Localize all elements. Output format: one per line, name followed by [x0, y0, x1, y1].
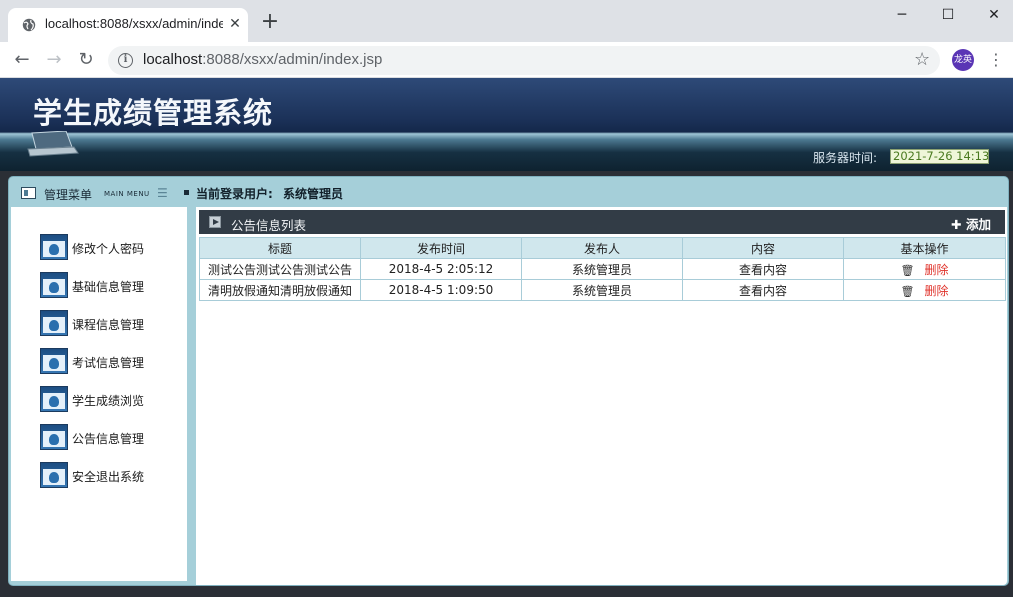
- url-path: :8088/xsxx/admin/index.jsp: [202, 51, 383, 68]
- trash-icon[interactable]: 🗑: [901, 285, 915, 298]
- notice-table: 标题 发布时间 发布人 内容 基本操作 测试公告测试公告测试公告 2018-4-…: [199, 237, 1006, 301]
- sidebar-item-label: 基础信息管理: [72, 280, 145, 294]
- sidebar-item-basic-info[interactable]: 基础信息管理: [40, 272, 180, 300]
- content-panel: 公告信息列表 ✚ 添加 标题 发布时间 发布人 内容 基本操作 测试公告测试公告…: [196, 207, 1007, 585]
- sidebar-item-label: 课程信息管理: [72, 318, 145, 332]
- back-arrow-icon[interactable]: ←: [10, 48, 34, 72]
- sidebar-item-label: 修改个人密码: [72, 242, 145, 256]
- server-time-label: 服务器时间:: [813, 151, 878, 165]
- sidebar-item-logout[interactable]: 安全退出系统: [40, 462, 180, 490]
- delete-link[interactable]: 删除: [924, 263, 948, 277]
- sidebar-item-grade-browse[interactable]: 学生成绩浏览: [40, 386, 180, 414]
- view-content-link[interactable]: 查看内容: [682, 258, 844, 280]
- menu-subtitle: MAIN MENU: [104, 190, 150, 198]
- user-window-icon: [40, 462, 68, 488]
- new-tab-button[interactable]: +: [260, 11, 280, 33]
- user-window-icon: [40, 234, 68, 260]
- address-bar[interactable]: i localhost:8088/xsxx/admin/index.jsp ☆: [108, 46, 940, 75]
- site-info-icon[interactable]: i: [118, 53, 133, 68]
- table-row: 测试公告测试公告测试公告 2018-4-5 2:05:12 系统管理员 查看内容…: [199, 258, 1006, 280]
- sidebar-item-course-info[interactable]: 课程信息管理: [40, 310, 180, 338]
- reload-icon[interactable]: ↻: [74, 48, 98, 72]
- sidebar-item-exam-info[interactable]: 考试信息管理: [40, 348, 180, 376]
- sidebar-item-label: 考试信息管理: [72, 356, 145, 370]
- actions-cell: 🗑 删除: [843, 279, 1006, 301]
- tab-title: localhost:8088/xsxx/admin/index.jsp: [45, 16, 223, 31]
- column-header-time: 发布时间: [360, 237, 522, 259]
- user-window-icon: [40, 310, 68, 336]
- notice-list-header: 公告信息列表 ✚ 添加: [199, 210, 1005, 234]
- app-header: 学生成绩管理系统 服务器时间: 2021-7-26 14:13:5: [0, 78, 1013, 171]
- user-window-icon: [40, 386, 68, 412]
- notice-publisher-cell: 系统管理员: [521, 258, 683, 280]
- browser-toolbar: ← → ↻ i localhost:8088/xsxx/admin/index.…: [0, 42, 1013, 78]
- login-bullet: [184, 190, 189, 195]
- view-content-link[interactable]: 查看内容: [682, 279, 844, 301]
- sidebar-item-label: 公告信息管理: [72, 432, 145, 446]
- tab-close-icon[interactable]: ✕: [227, 14, 243, 34]
- column-header-title: 标题: [199, 237, 361, 259]
- browser-menu-icon[interactable]: ⋮: [988, 50, 1004, 70]
- column-header-actions: 基本操作: [843, 237, 1006, 259]
- window-close-button[interactable]: ✕: [974, 4, 1013, 26]
- sidebar-item-label: 安全退出系统: [72, 470, 145, 484]
- server-time-value: 2021-7-26 14:13:5: [890, 149, 989, 164]
- delete-link[interactable]: 删除: [924, 284, 948, 298]
- column-header-publisher: 发布人: [521, 237, 683, 259]
- menu-panel-icon: [21, 187, 36, 199]
- menu-header: 管理菜单 MAIN MENU ☰: [11, 179, 185, 205]
- sidebar-item-notice-manage[interactable]: 公告信息管理: [40, 424, 180, 452]
- table-row: 清明放假通知清明放假通知 2018-4-5 1:09:50 系统管理员 查看内容…: [199, 279, 1006, 301]
- trash-icon[interactable]: 🗑: [901, 264, 915, 277]
- browser-tab-bar: localhost:8088/xsxx/admin/index.jsp ✕ + …: [0, 0, 1013, 42]
- menu-title: 管理菜单: [44, 188, 93, 202]
- profile-avatar[interactable]: 龙英: [952, 49, 974, 71]
- user-window-icon: [40, 348, 68, 374]
- url-text[interactable]: localhost:8088/xsxx/admin/index.jsp: [143, 51, 382, 68]
- notice-publisher-cell: 系统管理员: [521, 279, 683, 301]
- notice-title-cell: 测试公告测试公告测试公告: [199, 258, 361, 280]
- table-header-row: 标题 发布时间 发布人 内容 基本操作: [199, 237, 1006, 259]
- maximize-button[interactable]: ☐: [928, 4, 968, 26]
- sidebar-item-change-password[interactable]: 修改个人密码: [40, 234, 180, 262]
- actions-cell: 🗑 删除: [843, 258, 1006, 280]
- play-icon: [209, 216, 221, 228]
- sidebar-item-label: 学生成绩浏览: [72, 394, 145, 408]
- notice-list-title: 公告信息列表: [231, 218, 307, 233]
- browser-tab[interactable]: localhost:8088/xsxx/admin/index.jsp ✕: [8, 8, 248, 42]
- column-header-content: 内容: [682, 237, 844, 259]
- login-user: 系统管理员: [283, 187, 344, 201]
- notice-title-cell: 清明放假通知清明放假通知: [199, 279, 361, 301]
- sidebar-menu: 修改个人密码 基础信息管理 课程信息管理 考试信息管理 学生成绩浏览 公告信息管…: [11, 207, 187, 581]
- notice-time-cell: 2018-4-5 1:09:50: [360, 279, 522, 301]
- minimize-button[interactable]: ─: [882, 4, 922, 26]
- globe-icon: [22, 18, 36, 32]
- login-label: 当前登录用户:: [196, 187, 273, 201]
- app-title: 学生成绩管理系统: [33, 96, 274, 130]
- add-notice-button[interactable]: ✚ 添加: [951, 214, 991, 233]
- user-window-icon: [40, 272, 68, 298]
- forward-arrow-icon[interactable]: →: [42, 48, 66, 72]
- user-window-icon: [40, 424, 68, 450]
- url-host: localhost: [143, 51, 203, 68]
- main-frame: 管理菜单 MAIN MENU ☰ 当前登录用户: 系统管理员 修改个人密码 基础…: [8, 176, 1009, 586]
- laptop-icon: [27, 131, 79, 157]
- menu-lines-icon: ☰: [157, 186, 168, 200]
- notice-time-cell: 2018-4-5 2:05:12: [360, 258, 522, 280]
- bookmark-star-icon[interactable]: ☆: [914, 49, 930, 70]
